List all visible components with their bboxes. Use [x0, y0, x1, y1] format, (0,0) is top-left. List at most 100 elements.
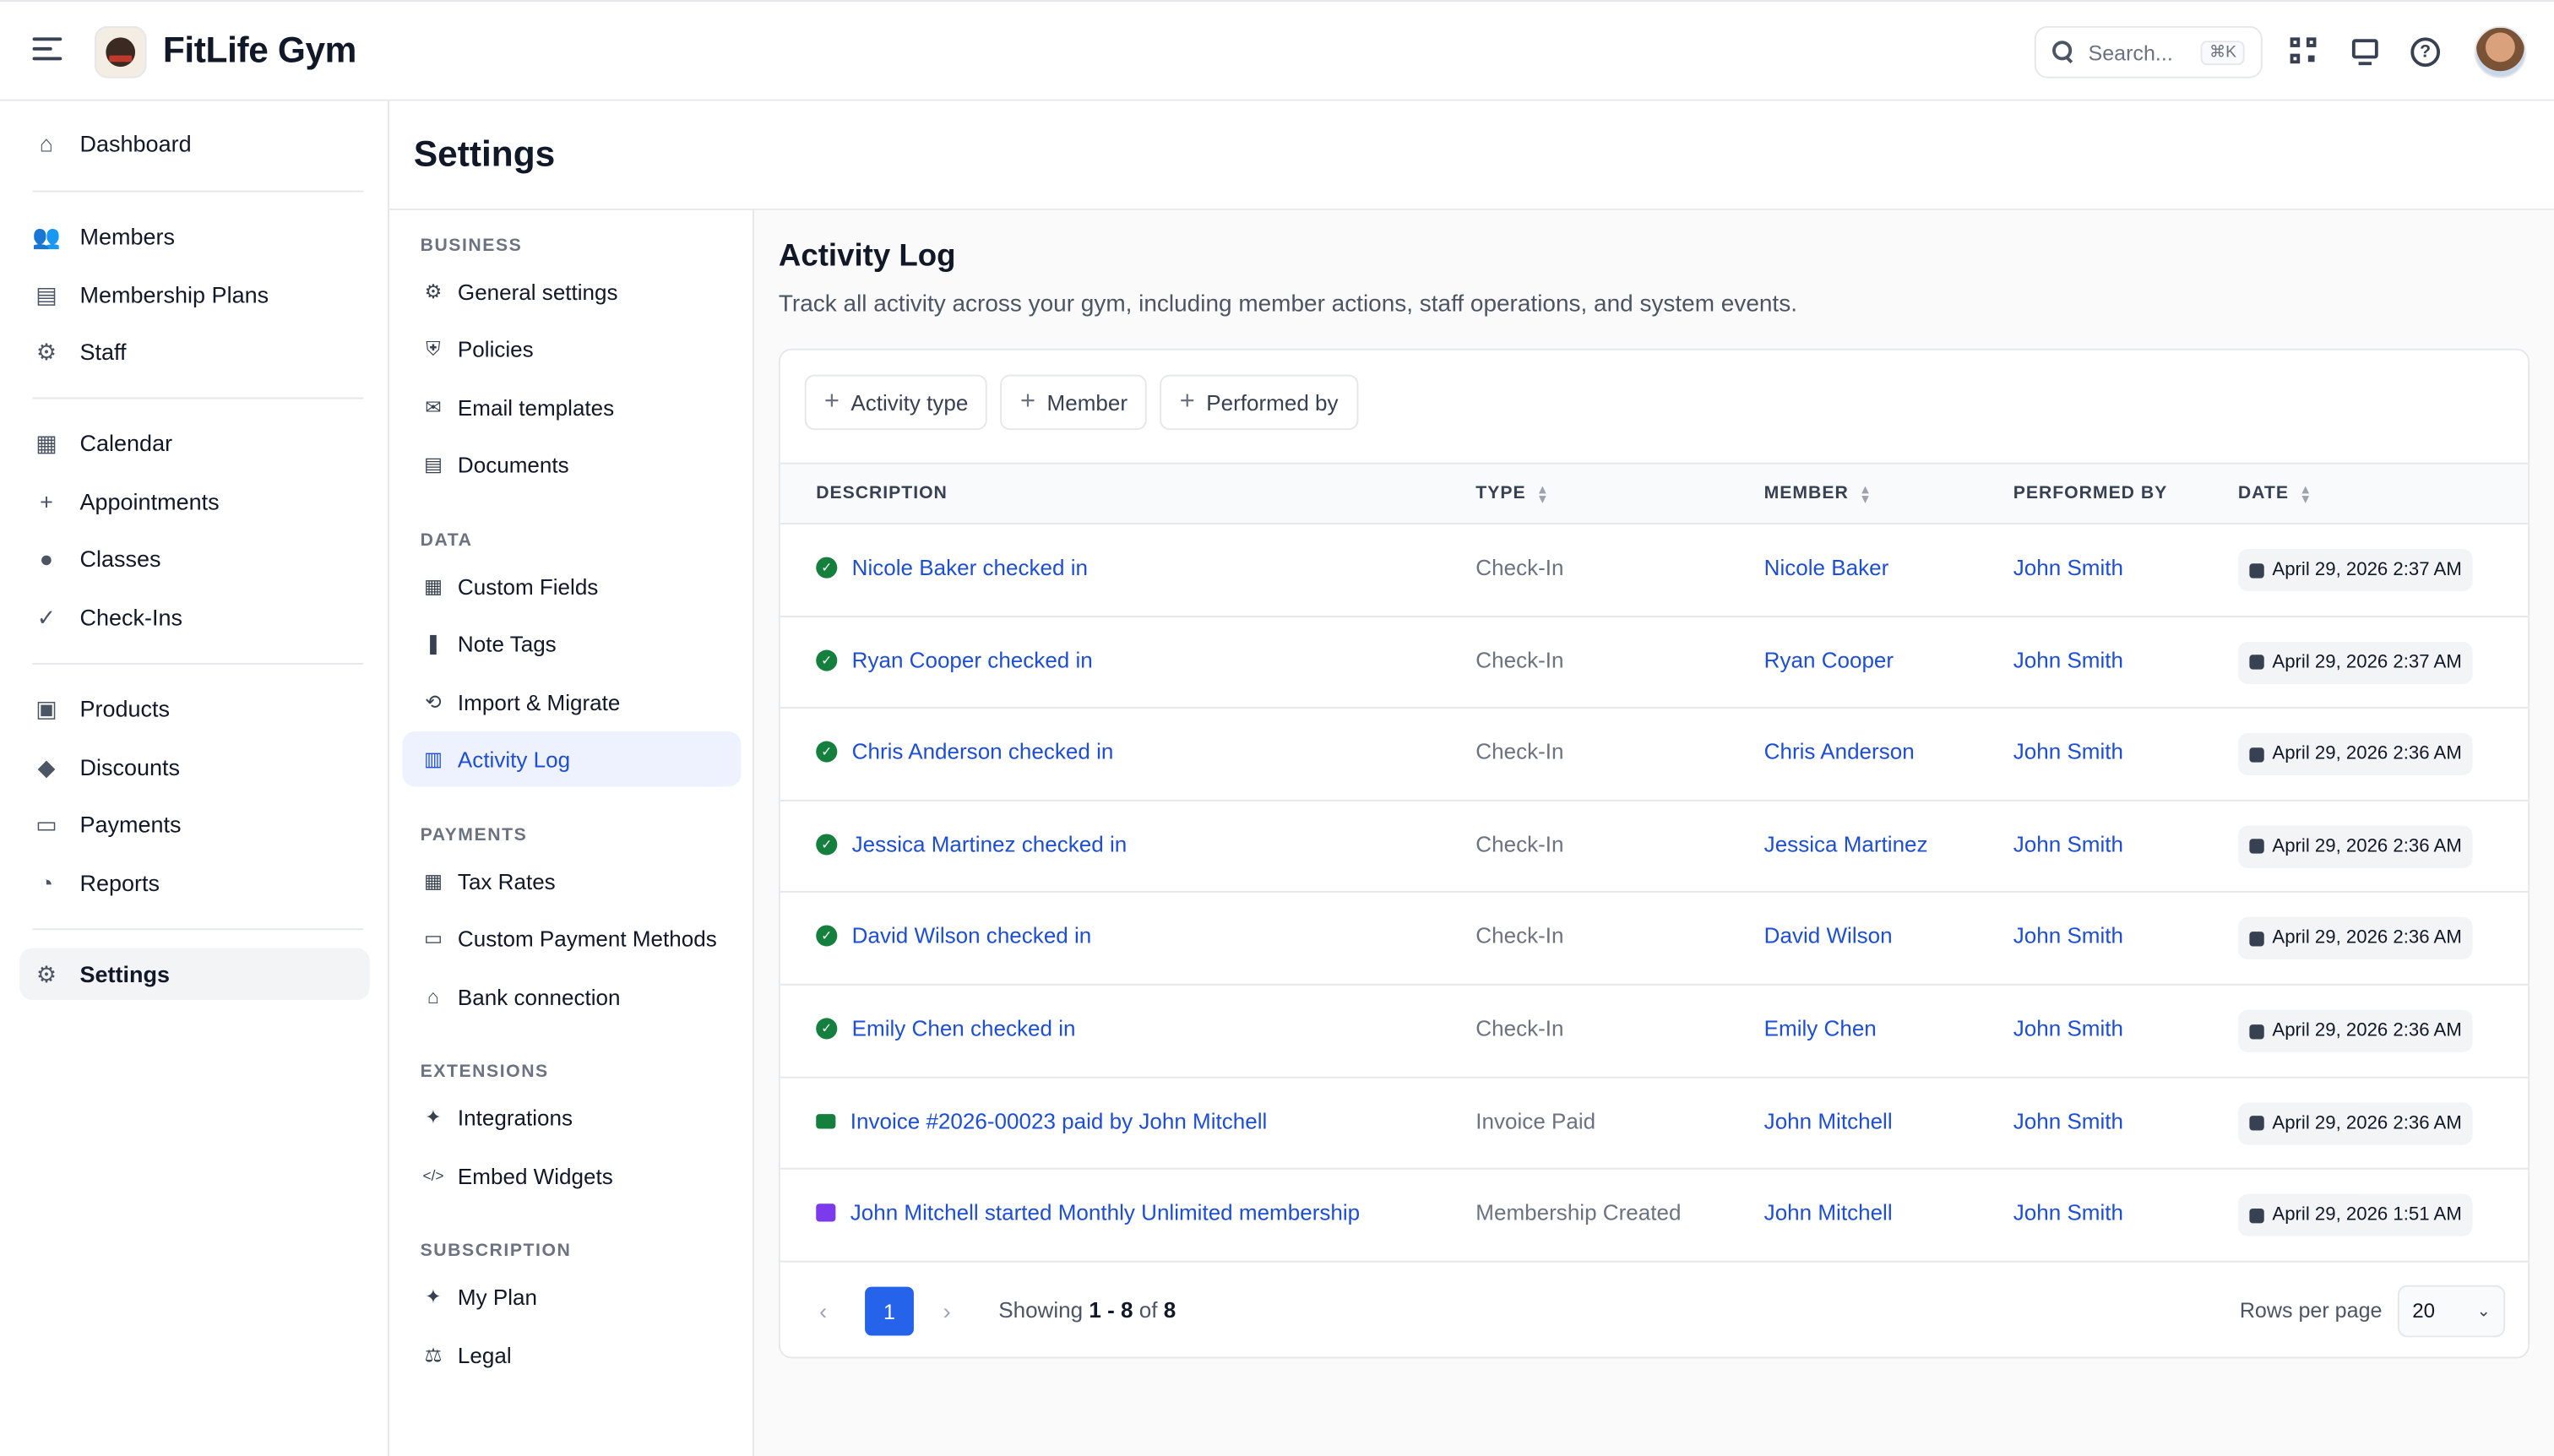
table-row: ✓ David Wilson checked in Check-In David Wi…	[780, 894, 2529, 986]
sidebar-item-settings[interactable]: ⚙ Settings	[19, 948, 370, 1001]
sidebar-item-staff[interactable]: ⚙ Staff	[19, 326, 370, 378]
performed-by-link[interactable]: John Smith	[2013, 1016, 2123, 1040]
filter-performed-by-button[interactable]: + Performed by	[1160, 374, 1358, 431]
sort-icon[interactable]: ▴ ▾	[2301, 481, 2310, 506]
performed-by-link[interactable]: John Smith	[2013, 648, 2123, 672]
monitor-icon[interactable]	[2349, 35, 2382, 68]
shield-icon: ⛨	[426, 336, 441, 360]
subnav-item-bank-connection[interactable]: ⌂ Bank connection	[402, 970, 741, 1025]
calendar-icon	[2249, 1116, 2264, 1131]
sort-icon[interactable]: ▴ ▾	[1539, 481, 1547, 506]
user-gear-icon: ⚙	[35, 338, 57, 365]
table-row: Invoice #2026-00023 paid by John Mitchel…	[780, 1078, 2529, 1170]
subnav-item-my-plan[interactable]: ✦ My Plan	[402, 1269, 741, 1324]
showing-total: 8	[1163, 1298, 1176, 1323]
subnav-item-email-templates[interactable]: ✉ Email templates	[402, 379, 741, 435]
credit-card-icon: ▭	[35, 810, 57, 837]
subnav-item-label: Activity Log	[457, 747, 571, 772]
subnav-item-note-tags[interactable]: ❚ Note Tags	[402, 616, 741, 671]
sidebar-item-membership-plans[interactable]: ▤ Membership Plans	[19, 269, 370, 321]
subnav-item-import-migrate[interactable]: ⟲ Import & Migrate	[402, 674, 741, 730]
performed-by-link[interactable]: John Smith	[2013, 924, 2123, 948]
rows-per-page-label: Rows per page	[2239, 1298, 2383, 1323]
sidebar-item-appointments[interactable]: + Appointments	[19, 475, 370, 528]
member-link[interactable]: Emily Chen	[1764, 1016, 1877, 1040]
subnav-item-general-settings[interactable]: ⚙ General settings	[402, 263, 741, 319]
chevron-right-icon[interactable]: ›	[943, 1298, 951, 1324]
member-link[interactable]: Chris Anderson	[1764, 740, 1915, 764]
activity-description-link[interactable]: ✓ David Wilson checked in	[816, 924, 1091, 948]
member-link[interactable]: John Mitchell	[1764, 1201, 1893, 1225]
plus-icon: +	[1179, 388, 1195, 416]
sidebar-item-dashboard[interactable]: ⌂ Dashboard	[19, 117, 370, 170]
subnav-item-policies[interactable]: ⛨ Policies	[402, 321, 741, 377]
column-label: MEMBER	[1763, 483, 1849, 503]
filter-member-button[interactable]: + Member	[1000, 374, 1148, 431]
table-row: ✓ Ryan Cooper checked in Check-In Ryan Coop…	[780, 617, 2529, 709]
page-title: Settings	[413, 133, 556, 175]
filter-activity-type-button[interactable]: + Activity type	[804, 374, 988, 431]
performed-by-link[interactable]: John Smith	[2013, 740, 2123, 764]
member-link[interactable]: Ryan Cooper	[1764, 648, 1894, 672]
sort-icon[interactable]: ▴ ▾	[1861, 481, 1870, 506]
activity-description-link[interactable]: ✓ Jessica Martinez checked in	[816, 832, 1127, 856]
chevron-left-icon[interactable]: ‹	[819, 1298, 827, 1324]
sidebar-item-calendar[interactable]: ▦ Calendar	[19, 417, 370, 470]
activity-description-link[interactable]: John Mitchell started Monthly Unlimited …	[816, 1201, 1360, 1225]
date-text: April 29, 2026 2:36 AM	[2272, 744, 2462, 764]
member-link[interactable]: John Mitchell	[1764, 1109, 1893, 1133]
showing-summary: Showing 1 - 8 of 8	[998, 1298, 1176, 1323]
subnav-item-embed-widgets[interactable]: </> Embed Widgets	[402, 1149, 741, 1204]
subnav-item-custom-fields[interactable]: ▦ Custom Fields	[402, 559, 741, 615]
subnav-item-legal[interactable]: ⚖ Legal	[402, 1328, 741, 1383]
sidebar-item-members[interactable]: 👥 Members	[19, 210, 370, 263]
filter-label: Performed by	[1206, 389, 1339, 415]
search-input[interactable]: Search... ⌘K	[2034, 25, 2263, 79]
sidebar-item-products[interactable]: ▣ Products	[19, 682, 370, 735]
page-button[interactable]: 1	[865, 1286, 914, 1336]
performed-by-link[interactable]: John Smith	[2013, 556, 2123, 580]
brand-name: FitLife Gym	[162, 29, 357, 70]
activity-description-link[interactable]: ✓ Chris Anderson checked in	[816, 740, 1113, 764]
qr-code-icon[interactable]	[2289, 35, 2322, 68]
subnav-item-documents[interactable]: ▤ Documents	[402, 437, 741, 492]
user-avatar[interactable]	[2474, 25, 2527, 79]
column-header-member[interactable]: MEMBER ▴ ▾	[1763, 481, 1870, 506]
subnav-item-custom-payment-methods[interactable]: ▭ Custom Payment Methods	[402, 910, 741, 966]
filter-label: Activity type	[850, 389, 969, 415]
sidebar-item-check-ins[interactable]: ✓ Check-Ins	[19, 591, 370, 644]
description-text: Jessica Martinez checked in	[851, 832, 1128, 857]
sidebar-item-classes[interactable]: ● Classes	[19, 533, 370, 585]
sidebar-item-payments[interactable]: ▭ Payments	[19, 798, 370, 850]
table-row: ✓ Emily Chen checked in Check-In Emily Chen…	[780, 986, 2529, 1078]
performed-by-link[interactable]: John Smith	[2013, 1201, 2123, 1225]
performed-by-link[interactable]: John Smith	[2013, 832, 2123, 856]
activity-description-link[interactable]: ✓ Ryan Cooper checked in	[816, 648, 1093, 672]
activity-type: Check-In	[1475, 555, 1564, 580]
date-badge: April 29, 2026 2:36 AM	[2237, 733, 2474, 776]
gear-icon: ⚙	[35, 959, 57, 986]
member-link[interactable]: Jessica Martinez	[1764, 832, 1928, 856]
member-link[interactable]: David Wilson	[1764, 924, 1893, 948]
activity-description-link[interactable]: ✓ Nicole Baker checked in	[816, 556, 1088, 580]
column-header-date[interactable]: DATE ▴ ▾	[2238, 481, 2310, 506]
subnav-item-activity-log[interactable]: ▥ Activity Log	[402, 731, 742, 787]
rows-per-page-select[interactable]: 20 ⌄	[2397, 1285, 2506, 1338]
sidebar-item-reports[interactable]: ◔ Reports	[19, 856, 370, 909]
sidebar-item-discounts[interactable]: ◆ Discounts	[19, 742, 370, 794]
help-icon[interactable]: ?	[2409, 35, 2442, 68]
check-circle-icon: ✓	[816, 649, 838, 671]
column-header-type[interactable]: TYPE ▴ ▾	[1475, 481, 1547, 506]
subnav-item-integrations[interactable]: ✦ Integrations	[402, 1089, 741, 1145]
tag-icon: ◆	[37, 752, 56, 780]
menu-icon[interactable]	[32, 37, 62, 63]
activity-description-link[interactable]: Invoice #2026-00023 paid by John Mitchel…	[816, 1109, 1267, 1133]
date-text: April 29, 2026 2:36 AM	[2272, 1113, 2462, 1133]
subnav-item-label: Tax Rates	[457, 868, 556, 894]
performed-by-link[interactable]: John Smith	[2013, 1109, 2123, 1133]
activity-log-panel: Activity Log Track all activity across y…	[753, 209, 2554, 1456]
subnav-item-tax-rates[interactable]: ▦ Tax Rates	[402, 854, 741, 910]
activity-description-link[interactable]: ✓ Emily Chen checked in	[816, 1016, 1076, 1040]
search-placeholder: Search...	[2088, 40, 2173, 65]
member-link[interactable]: Nicole Baker	[1764, 556, 1889, 580]
